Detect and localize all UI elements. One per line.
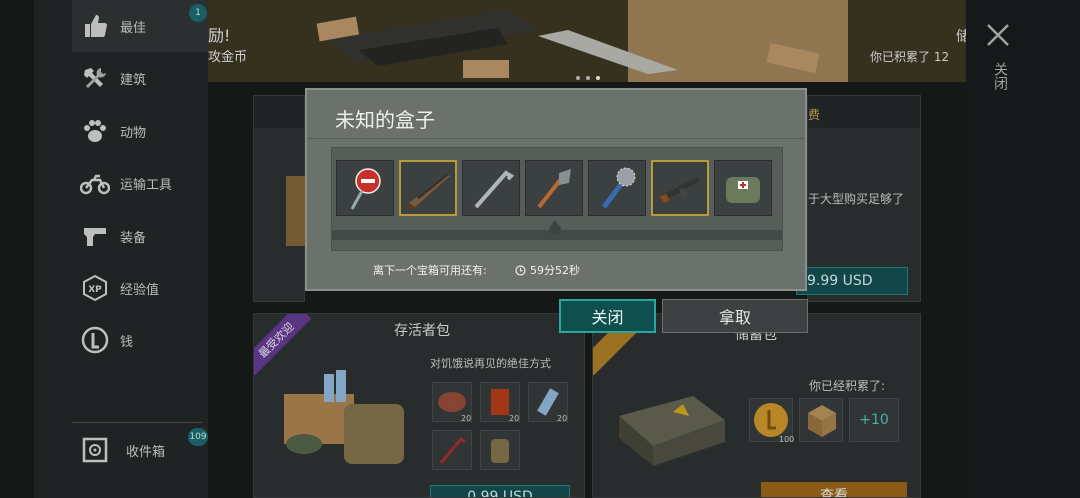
reel-pointer-icon: [549, 220, 561, 234]
take-button[interactable]: 拿取: [662, 299, 808, 333]
shotgun-icon: [406, 173, 450, 211]
close-button[interactable]: 关闭: [559, 299, 656, 333]
timer-value: 59分52秒: [530, 264, 580, 277]
reel-slot: [588, 160, 646, 216]
timer-display: 59分52秒: [515, 262, 580, 278]
mystery-box-dialog: 未知的盒子 离下一个宝箱可用还有: 59分52秒: [305, 88, 807, 291]
crowbar-icon: [474, 170, 515, 209]
timer-label: 离下一个宝箱可用还有:: [373, 264, 487, 277]
assault-rifle-icon: [659, 177, 701, 203]
reel-slot: [462, 160, 520, 216]
stop-sign-icon: [350, 168, 381, 210]
item-reel: [331, 147, 783, 251]
shovel-icon: [537, 169, 571, 209]
reel-slot: [651, 160, 709, 216]
medkit-bag-icon: [726, 177, 760, 203]
reel-slot: [714, 160, 772, 216]
reel-slot: [336, 160, 394, 216]
reel-slot: [399, 160, 457, 216]
title-divider: [307, 138, 805, 139]
saw-mace-icon: [602, 167, 636, 209]
dialog-title: 未知的盒子: [335, 108, 435, 132]
reel-slot: [525, 160, 583, 216]
clock-icon: [515, 264, 526, 276]
